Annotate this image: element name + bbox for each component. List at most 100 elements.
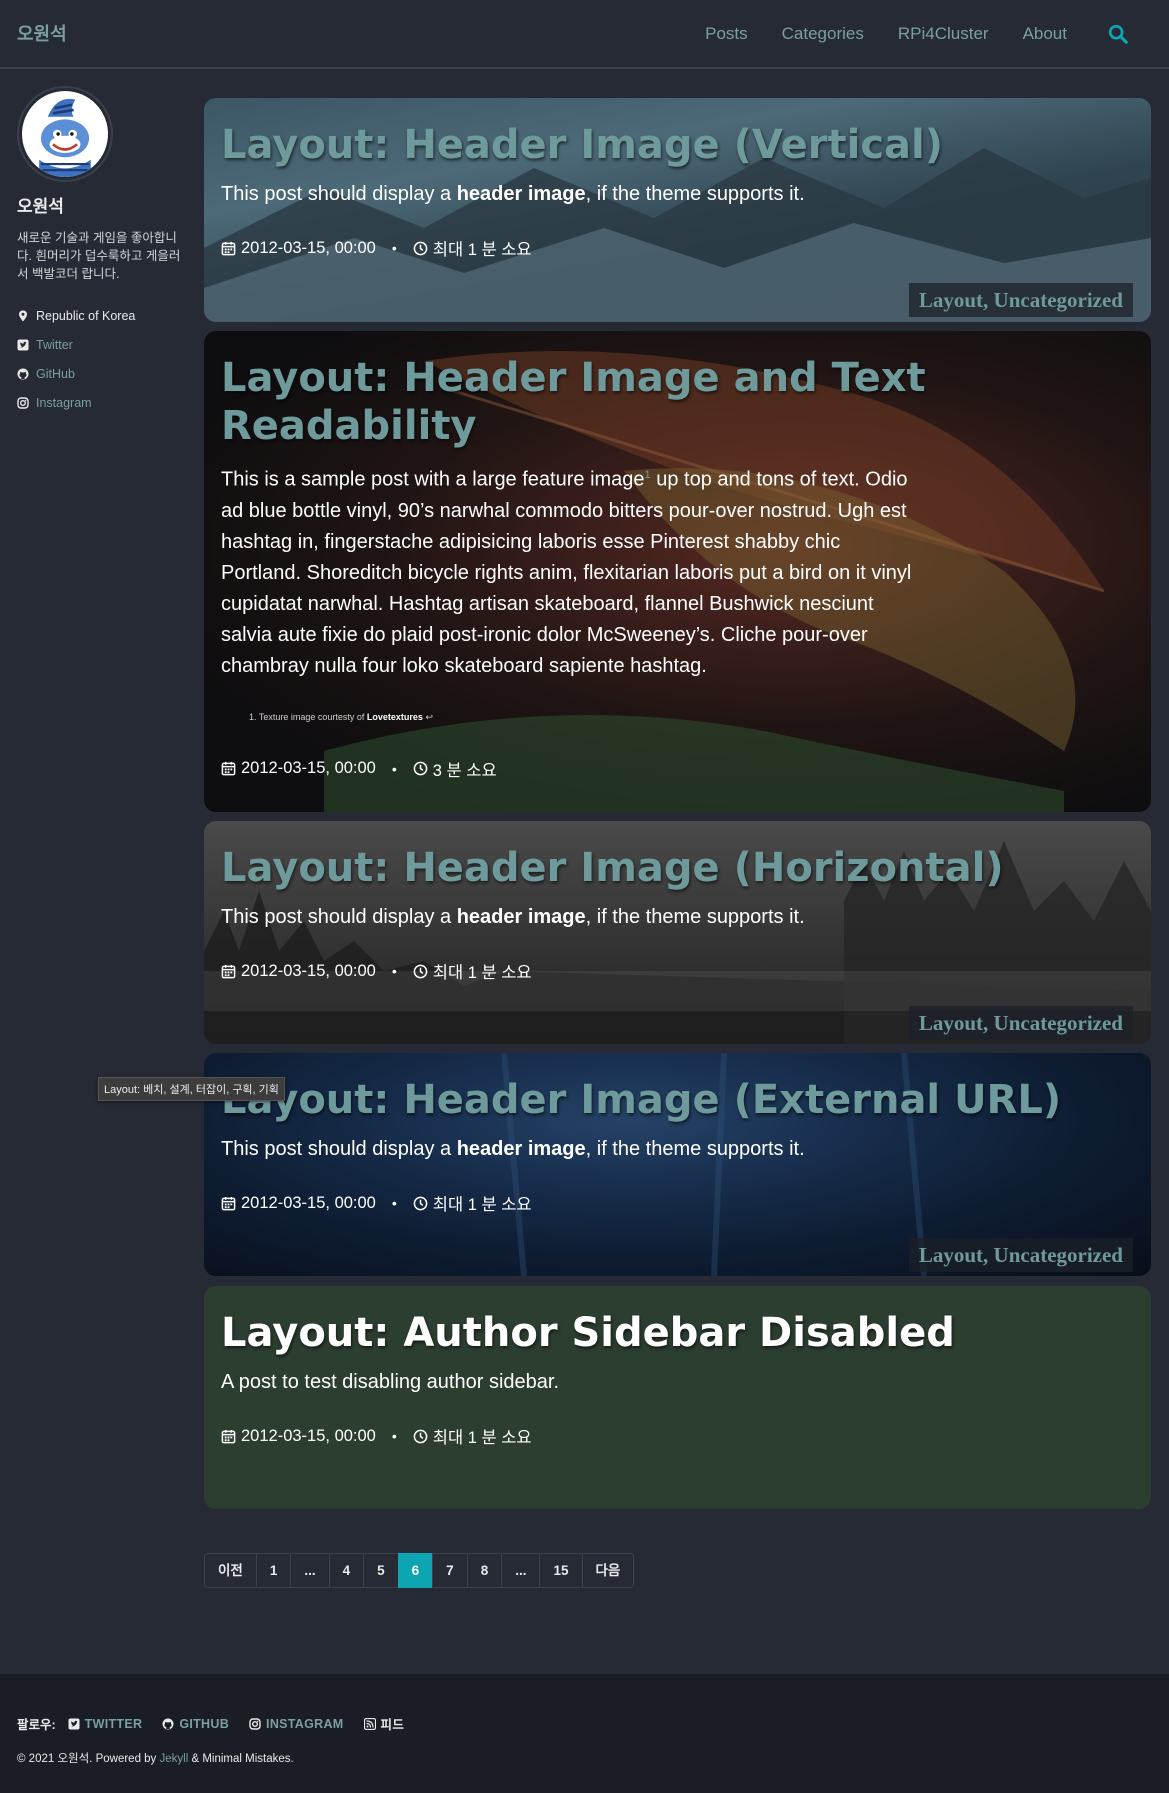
excerpt-bold: header image	[456, 183, 586, 205]
site-title[interactable]: 오원석	[17, 20, 67, 46]
author-link-twitter[interactable]: Twitter	[17, 330, 187, 359]
category-layout[interactable]: Layout	[919, 288, 983, 312]
rss-icon	[363, 1717, 376, 1730]
post-card-author-sidebar-disabled[interactable]: Layout: Author Sidebar Disabled A post t…	[204, 1286, 1151, 1509]
post-title[interactable]: Layout: Header Image (Vertical)	[221, 121, 1134, 169]
post-read-time: 최대 1 분 소요	[432, 1429, 532, 1447]
category-layout[interactable]: Layout	[919, 1011, 983, 1035]
nav-posts[interactable]: Posts	[705, 24, 748, 44]
excerpt-text: , if the theme supports it.	[585, 906, 805, 928]
avatar-image	[22, 91, 108, 177]
clock-icon	[413, 241, 428, 255]
clock-icon	[413, 1196, 428, 1210]
excerpt-text: This post should display a	[221, 183, 457, 205]
pagination-page[interactable]: 5	[363, 1553, 399, 1588]
footnote-text: 1. Texture image courtesty of	[249, 711, 367, 722]
post-card-header-image-external-url[interactable]: Layout: Header Image (External URL) This…	[204, 1053, 1151, 1276]
post-card-header-image-vertical[interactable]: Layout: Header Image (Vertical) This pos…	[204, 98, 1151, 322]
excerpt-text: , if the theme supports it.	[585, 1138, 805, 1160]
post-meta: 2012-03-15, 00:00 • 최대 1 분 소요	[221, 1191, 1134, 1215]
post-categories: Layout, Uncategorized	[908, 1006, 1133, 1040]
calendar-icon	[221, 762, 236, 776]
post-title[interactable]: Layout: Header Image (Horizontal)	[221, 844, 1134, 892]
post-excerpt: This post should display a header image,…	[221, 179, 1134, 210]
instagram-icon	[249, 1717, 261, 1730]
footer-link-label: 피드	[380, 1718, 405, 1732]
author-link-instagram[interactable]: Instagram	[17, 388, 187, 417]
footer-link-feed[interactable]: 피드	[363, 1714, 405, 1733]
pagination-ellipsis: ...	[501, 1553, 541, 1588]
post-categories: Layout, Uncategorized	[908, 283, 1133, 317]
twitter-icon	[17, 339, 29, 350]
author-link-twitter-label[interactable]: Twitter	[36, 338, 73, 352]
clock-icon	[413, 1429, 428, 1443]
clock-icon	[413, 964, 428, 978]
author-link-github[interactable]: GitHub	[17, 359, 187, 388]
post-title[interactable]: Layout: Header Image (External URL)	[221, 1076, 1134, 1124]
pagination-page[interactable]: 7	[432, 1553, 468, 1588]
category-separator: ,	[983, 1243, 994, 1267]
avatar	[17, 86, 113, 182]
category-layout[interactable]: Layout	[919, 1243, 983, 1267]
footer-link-twitter[interactable]: TWITTER	[68, 1717, 143, 1731]
author-link-instagram-label[interactable]: Instagram	[36, 396, 92, 410]
pagination-page[interactable]: 4	[328, 1553, 365, 1588]
pagination-prev[interactable]: 이전	[204, 1553, 257, 1588]
follow-label: 팔로우:	[17, 1718, 56, 1732]
post-meta: 2012-03-15, 00:00 • 최대 1 분 소요	[221, 1424, 1134, 1448]
pagination-page[interactable]: 15	[539, 1553, 583, 1588]
author-location: Republic of Korea	[17, 301, 187, 330]
search-icon[interactable]	[1107, 23, 1129, 45]
pagination-next[interactable]: 다음	[581, 1553, 635, 1588]
post-excerpt: This post should display a header image,…	[221, 1134, 1134, 1165]
category-uncategorized[interactable]: Uncategorized	[994, 1243, 1123, 1267]
post-read-time: 3 분 소요	[432, 761, 497, 780]
map-marker-icon	[19, 310, 27, 321]
instagram-icon	[17, 396, 29, 409]
copyright: © 2021 오원석. Powered by Jekyll & Minimal …	[17, 1750, 294, 1766]
masthead: 오원석 Posts Categories RPi4Cluster About	[0, 0, 1169, 69]
post-meta: 2012-03-15, 00:00 • 3 분 소요	[221, 757, 1134, 781]
category-uncategorized[interactable]: Uncategorized	[994, 1011, 1123, 1035]
footnote: 1. Texture image courtesty of Lovetextur…	[249, 712, 1134, 723]
footer-link-label: INSTAGRAM	[266, 1716, 344, 1731]
copyright-text: © 2021 오원석. Powered by	[17, 1753, 160, 1765]
nav-rpi4cluster[interactable]: RPi4Cluster	[898, 24, 989, 44]
footer-link-label: GITHUB	[179, 1716, 230, 1731]
author-links: Republic of Korea Twitter GitHub Instagr…	[17, 301, 187, 417]
excerpt-bold: header image	[456, 906, 586, 928]
meta-separator: •	[391, 760, 397, 777]
post-card-header-image-horizontal[interactable]: Layout: Header Image (Horizontal) This p…	[204, 821, 1151, 1044]
copyright-text: & Minimal Mistakes.	[188, 1753, 294, 1765]
calendar-icon	[221, 1429, 236, 1443]
meta-separator: •	[391, 1428, 397, 1444]
excerpt-text: This is a sample post with a large featu…	[221, 468, 645, 491]
post-date: 2012-03-15, 00:00	[241, 961, 376, 980]
excerpt-text: up top and tons of text. Odio ad blue bo…	[221, 468, 912, 677]
footnote-link[interactable]: Lovetextures	[367, 712, 423, 722]
nav-categories[interactable]: Categories	[782, 24, 864, 44]
post-meta: 2012-03-15, 00:00 • 최대 1 분 소요	[221, 236, 1134, 260]
meta-separator: •	[391, 1195, 397, 1211]
nav-about[interactable]: About	[1023, 24, 1067, 44]
post-title[interactable]: Layout: Header Image and Text Readabilit…	[221, 354, 1134, 450]
page-footer: 팔로우: TWITTER GITHUB INSTAGRAM 피드 © 2021 …	[0, 1674, 1169, 1793]
category-uncategorized[interactable]: Uncategorized	[994, 288, 1123, 312]
footer-link-github[interactable]: GITHUB	[162, 1717, 229, 1731]
post-read-time: 최대 1 분 소요	[432, 1196, 532, 1214]
post-card-header-image-readability[interactable]: Layout: Header Image and Text Readabilit…	[204, 331, 1151, 812]
post-meta: 2012-03-15, 00:00 • 최대 1 분 소요	[221, 959, 1134, 983]
footer-link-instagram[interactable]: INSTAGRAM	[249, 1717, 343, 1731]
post-categories: Layout, Uncategorized	[908, 1238, 1133, 1272]
post-excerpt: This post should display a header image,…	[221, 902, 1134, 933]
footnote-backref[interactable]: ↩	[425, 712, 433, 722]
category-separator: ,	[983, 1011, 994, 1035]
post-excerpt: A post to test disabling author sidebar.	[221, 1371, 559, 1393]
post-title[interactable]: Layout: Author Sidebar Disabled	[221, 1309, 1134, 1357]
pagination-page-current[interactable]: 6	[397, 1553, 434, 1588]
jekyll-link[interactable]: Jekyll	[160, 1753, 189, 1765]
author-link-github-label[interactable]: GitHub	[36, 367, 75, 381]
calendar-icon	[221, 1196, 236, 1210]
pagination-page[interactable]: 1	[255, 1553, 292, 1588]
pagination-page[interactable]: 8	[466, 1553, 503, 1588]
